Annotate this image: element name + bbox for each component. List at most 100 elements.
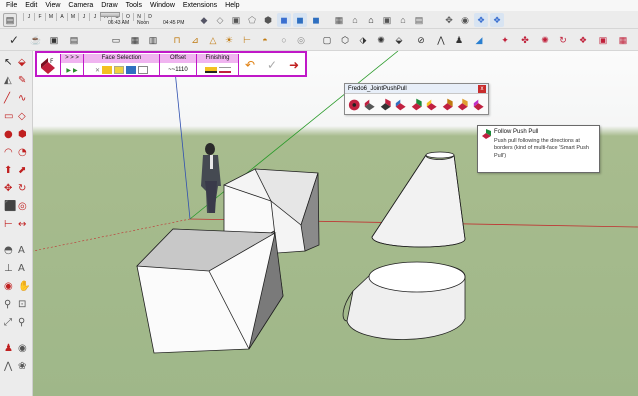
menu-view[interactable]: View [41,0,64,11]
cube-icon[interactable]: ⬡ [338,33,352,47]
vector-push-pull-icon[interactable] [363,97,376,112]
tape-tool-icon: ⊢ [4,219,13,230]
left-toolbar-icons[interactable]: ↖ ⬙ ◭ ✎ ╱ ∿ ▭ ◇ ● ⬢ ◠ ◔ ⬆ ⬈ ✥ ↻ ⬛ ◎ ⊢ ↔ … [0,51,33,396]
face-white-icon[interactable] [138,66,149,74]
push-pull-icon[interactable]: F [37,54,59,76]
close-icon[interactable]: x [478,85,486,93]
front-view-icon[interactable]: ▣ [229,13,243,27]
check-icon[interactable]: ✓ [7,33,21,47]
sun-icon[interactable]: ☀ [222,33,236,47]
arrows-block[interactable]: > > > ▶ ▶ [61,54,84,76]
follow-me-icon: ⬈ [18,165,26,176]
menu-edit[interactable]: Edit [21,0,41,11]
month-slider-thumb[interactable] [100,12,120,17]
previous-view-icon: ⚲ [18,317,25,328]
tape-icon[interactable]: ⊢ [240,33,254,47]
menu-camera[interactable]: Camera [64,0,97,11]
drawing-viewport[interactable] [33,51,638,396]
arc-icon: ◠ [4,147,13,158]
scale-tool-icon: ⬛ [4,199,16,212]
window-frame-icon[interactable]: ▥ [146,33,160,47]
undo-arrow-icon[interactable]: ↶ [245,58,255,72]
layers-icon[interactable]: ▤ [67,33,81,47]
chair-icon[interactable]: ⊓ [170,33,184,47]
cancel-selection-icon[interactable]: ✕ [95,67,100,74]
red-scale-icon[interactable]: ✺ [538,33,552,47]
shadow-settings-icon[interactable]: ▤ [3,13,17,27]
menu-window[interactable]: Window [146,0,179,11]
menu-draw[interactable]: Draw [97,0,121,11]
extension-icon[interactable]: ▤ [412,13,426,27]
offset-block: Offset ~~1110 [160,54,197,76]
validate-check-icon[interactable]: ✓ [267,58,277,72]
red-box-icon[interactable]: ▣ [596,33,610,47]
follow-push-pull-icon[interactable] [410,97,423,112]
red-offset-icon[interactable]: ❖ [576,33,590,47]
box-front [136,228,284,354]
shaded-icon[interactable]: ◼ [309,13,323,27]
section-tool-icon[interactable]: ◢ [472,33,486,47]
window-grid-icon[interactable]: ▦ [128,33,142,47]
dimension-icon[interactable]: ◓ [258,33,272,47]
menu-help[interactable]: Help [221,0,243,11]
circle-icon[interactable]: ○ [277,33,291,47]
fredo-main-icon-block[interactable]: F [37,54,61,76]
rings-icon[interactable]: ◎ [294,33,308,47]
eraser-icon[interactable]: ⬙ [392,33,406,47]
warehouse-icon[interactable]: ▦ [332,13,346,27]
home-icon[interactable]: ⌂ [364,13,378,27]
scene-svg[interactable] [33,51,638,396]
red-refresh-icon[interactable]: ↻ [556,33,570,47]
shadow-month-bar[interactable]: J F M A M J J A S O N D [23,13,155,21]
xray-icon[interactable]: ◼ [277,13,291,27]
floating-toolbar-title[interactable]: Fredo6_JointPushPull [345,84,488,94]
house-icon[interactable]: ⌂ [396,13,410,27]
protractor-icon[interactable]: ⊿ [188,33,202,47]
scale-icon[interactable]: ⬗ [356,33,370,47]
play-icon[interactable]: ▶ [66,67,71,74]
right-view-icon[interactable]: ⬠ [245,13,259,27]
play-next-icon[interactable]: ▶ [73,67,78,74]
undo-icon[interactable] [441,97,454,112]
walk-icon[interactable]: ⋀ [434,33,448,47]
menu-file[interactable]: File [2,0,21,11]
camera-icon[interactable]: ▣ [47,33,61,47]
face-blue-grid-icon[interactable] [126,66,137,74]
thicken-icon[interactable] [425,97,438,112]
teapot-icon[interactable]: ☕ [29,33,43,47]
person-icon[interactable]: ♟ [452,33,466,47]
settings-icon[interactable] [472,97,485,112]
share-model-icon[interactable]: ▣ [380,13,394,27]
section-cut-icon[interactable]: ◉ [458,13,472,27]
back-view-icon[interactable]: ⬢ [261,13,275,27]
finish-yellow-icon[interactable] [204,67,217,73]
finish-line-icon[interactable] [218,67,231,73]
section-plane-icon[interactable]: ✥ [442,13,456,27]
triangle-icon[interactable]: △ [206,33,220,47]
menu-extensions[interactable]: Extensions [179,0,221,11]
box-icon[interactable]: ▢ [320,33,334,47]
components-icon[interactable]: ⌂ [348,13,362,27]
extrude-icon[interactable] [394,97,407,112]
face-yellow-icon[interactable] [102,66,113,74]
floating-toolbar: Fredo6_JointPushPull x [344,83,489,115]
pie-icon: ◔ [18,147,27,158]
section-fill-icon[interactable]: ❖ [474,13,488,27]
redo-icon[interactable] [456,97,469,112]
red-rotate-icon[interactable]: ✤ [518,33,532,47]
wireframe-icon[interactable]: ◼ [293,13,307,27]
menu-tools[interactable]: Tools [122,0,146,11]
face-grid-icon[interactable] [114,66,125,74]
red-move-icon[interactable]: ✦ [498,33,512,47]
normal-push-pull-icon[interactable] [379,97,392,112]
spray-icon[interactable]: ✺ [374,33,388,47]
offset-value-field[interactable]: ~~1110 [160,64,196,76]
exit-icon[interactable]: ➜ [289,58,299,72]
red-grid-icon[interactable]: ▦ [616,33,630,47]
top-view-icon[interactable]: ◇ [213,13,227,27]
section-display-icon[interactable]: ❖ [490,13,504,27]
joint-push-pull-icon[interactable] [348,97,361,112]
compass-icon[interactable]: ⊘ [414,33,428,47]
window-icon[interactable]: ▭ [109,33,123,47]
iso-view-icon[interactable]: ◆ [197,13,211,27]
